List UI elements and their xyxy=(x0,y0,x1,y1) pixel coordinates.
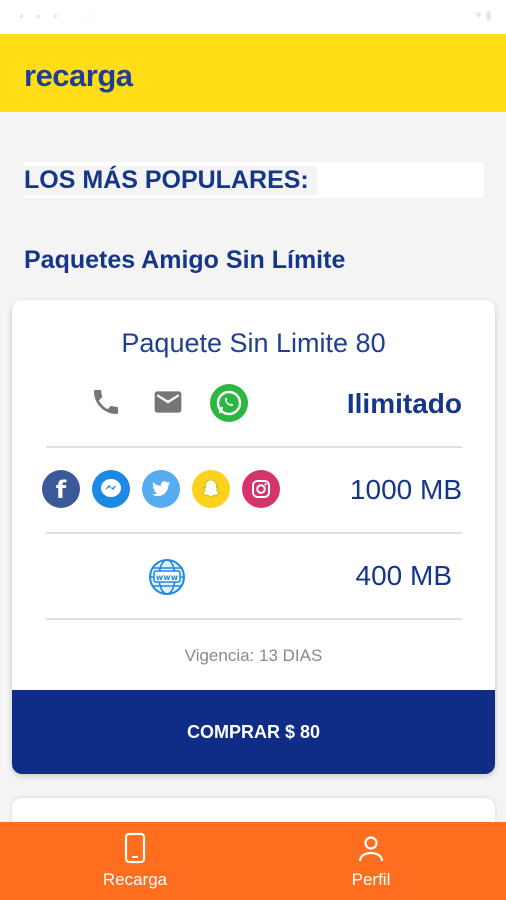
mail-icon xyxy=(150,386,186,423)
package-row-internet: www 400 MB xyxy=(46,534,462,620)
person-icon xyxy=(356,834,386,869)
phone-device-icon xyxy=(121,832,149,869)
status-bar: • • • ◦ ◦ ▾ ▮ xyxy=(0,0,506,34)
unlimited-value: Ilimitado xyxy=(346,388,462,419)
facebook-icon: f xyxy=(42,470,80,508)
nav-label-recarga: Recarga xyxy=(102,870,168,889)
phone-icon xyxy=(90,386,122,423)
messenger-icon xyxy=(92,470,130,508)
nav-item-perfil[interactable]: Perfil xyxy=(296,822,446,900)
section-header: LOS MÁS POPULARES: xyxy=(24,162,484,198)
package-card: Paquete Sin Limite 80 Ilimitado f 1000 M… xyxy=(12,300,495,774)
app-title: recarga xyxy=(24,58,133,93)
snapchat-icon xyxy=(192,470,230,508)
nav-item-recarga[interactable]: Recarga xyxy=(60,822,210,900)
package-row-unlimited: Ilimitado xyxy=(46,362,462,448)
row-divider xyxy=(46,618,462,620)
app-bar: recarga xyxy=(0,34,506,112)
status-icons-right: ▾ ▮ xyxy=(475,8,492,22)
buy-button[interactable]: COMPRAR $ 80 xyxy=(12,690,495,774)
internet-data-value: 400 MB xyxy=(355,560,453,591)
whatsapp-icon xyxy=(210,384,248,422)
instagram-icon xyxy=(242,470,280,508)
twitter-icon xyxy=(142,470,180,508)
status-icons-left: • • • ◦ ◦ xyxy=(18,10,96,24)
validity-text: Vigencia: 13 DIAS xyxy=(184,646,323,665)
svg-text:www: www xyxy=(156,573,179,582)
globe-www-icon: www xyxy=(146,556,188,603)
social-data-value: 1000 MB xyxy=(349,474,462,505)
bottom-navigation: Recarga Perfil xyxy=(0,822,506,900)
category-title: Paquetes Amigo Sin Límite xyxy=(24,246,346,274)
nav-label-perfil: Perfil xyxy=(351,870,391,889)
section-header-fill xyxy=(324,162,484,198)
package-name: Paquete Sin Limite 80 xyxy=(121,328,386,358)
section-title: LOS MÁS POPULARES: xyxy=(24,166,317,195)
package-row-social: f 1000 MB xyxy=(42,448,462,534)
